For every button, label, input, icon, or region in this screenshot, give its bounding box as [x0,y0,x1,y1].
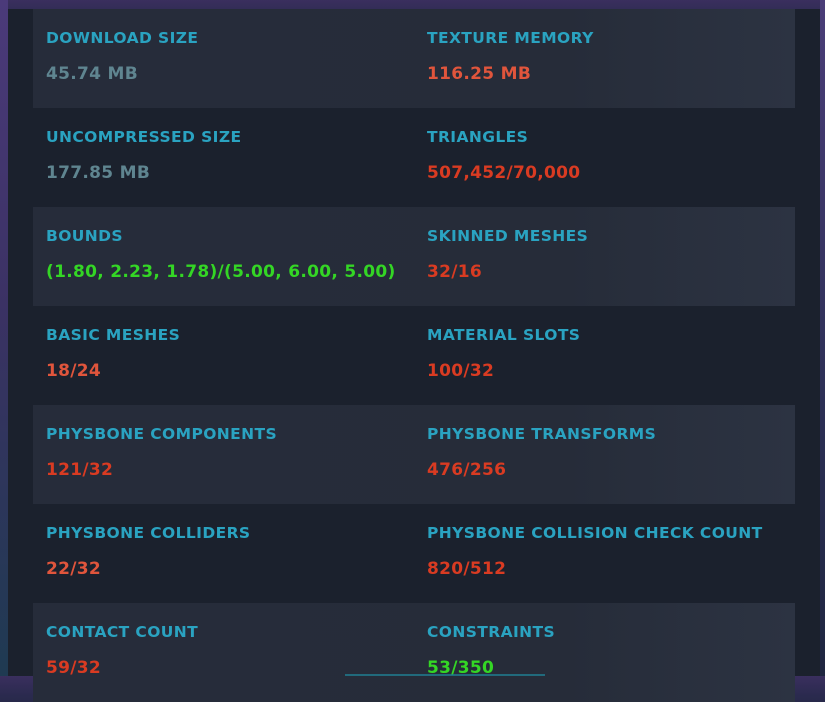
stat-label: CONSTRAINTS [427,623,556,641]
stat-value: (1.80, 2.23, 1.78)/(5.00, 6.00, 5.00) [46,262,396,282]
left-window-edge [0,0,8,676]
stat-label: PHYSBONE COLLISION CHECK COUNT [427,524,763,542]
stat-value: 121/32 [46,460,114,480]
stat-label: CONTACT COUNT [46,623,199,641]
stats-row-2: UNCOMPRESSED SIZE 177.85 MB TRIANGLES 50… [33,108,795,207]
stat-label: PHYSBONE COMPONENTS [46,425,278,443]
stat-value: 507,452/70,000 [427,163,581,183]
stats-row-6: PHYSBONE COLLIDERS 22/32 PHYSBONE COLLIS… [33,504,795,603]
stat-value: 22/32 [46,559,102,579]
stat-value: 116.25 MB [427,64,532,84]
stat-label: TRIANGLES [427,128,529,146]
stat-label: SKINNED MESHES [427,227,589,245]
stats-row-5: PHYSBONE COMPONENTS 121/32 PHYSBONE TRAN… [33,405,795,504]
stat-value: 476/256 [427,460,507,480]
stat-value: 100/32 [427,361,495,381]
stat-value: 18/24 [46,361,102,381]
stats-row-1: DOWNLOAD SIZE 45.74 MB TEXTURE MEMORY 11… [33,9,795,108]
stats-row-4: BASIC MESHES 18/24 MATERIAL SLOTS 100/32 [33,306,795,405]
stat-label: TEXTURE MEMORY [427,29,594,47]
right-window-edge [820,0,825,676]
stat-value: 59/32 [46,658,102,678]
stats-row-7: CONTACT COUNT 59/32 CONSTRAINTS 53/350 [33,603,795,702]
stat-label: PHYSBONE TRANSFORMS [427,425,657,443]
stat-value: 32/16 [427,262,483,282]
stat-value: 177.85 MB [46,163,151,183]
stat-label: BOUNDS [46,227,123,245]
avatar-performance-stats-panel[interactable]: DOWNLOAD SIZE 45.74 MB TEXTURE MEMORY 11… [8,9,820,702]
stats-row-3: BOUNDS (1.80, 2.23, 1.78)/(5.00, 6.00, 5… [33,207,795,306]
stat-label: UNCOMPRESSED SIZE [46,128,242,146]
stat-value: 45.74 MB [46,64,138,84]
stat-label: DOWNLOAD SIZE [46,29,199,47]
stat-label: MATERIAL SLOTS [427,326,581,344]
stat-label: PHYSBONE COLLIDERS [46,524,251,542]
stat-value: 820/512 [427,559,507,579]
stat-label: BASIC MESHES [46,326,181,344]
